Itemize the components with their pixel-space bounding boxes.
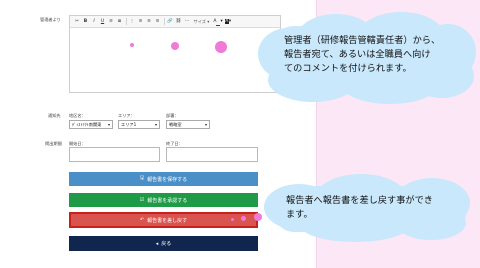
ordered-list-icon[interactable]: ≡: [107, 18, 115, 26]
marker-dot: [215, 41, 227, 53]
store-label: 地区名：: [69, 113, 86, 118]
callout-line-3: てのコメントを付けられます。: [284, 63, 412, 74]
font-size-select[interactable]: サイズ ▾: [192, 18, 212, 26]
caret-left-icon: ◂: [155, 240, 159, 247]
align-left-icon[interactable]: ≡: [137, 18, 145, 26]
cut-icon[interactable]: ✂: [73, 18, 81, 26]
bold-button[interactable]: B: [82, 18, 90, 26]
chevron-down-icon: ▾: [204, 122, 207, 127]
more-icon[interactable]: ⋯: [183, 18, 191, 26]
dept-select[interactable]: 戦略室 ▾: [166, 120, 210, 129]
save-icon: 🖫: [139, 175, 145, 181]
comment-editor[interactable]: ✂ B I U ≡ ≣ ⋮ ≡ ≡ ≡ 🔗 ⛓ ⋯ サイズ ▾ A ▾ A▾: [69, 15, 281, 93]
callout-line-1: 管理者（研修報告管轄責任者）から、: [284, 35, 441, 46]
marker-dot: [241, 216, 246, 221]
italic-button[interactable]: I: [90, 18, 98, 26]
check-icon: ☑: [139, 197, 145, 203]
font-color-icon: A: [213, 18, 217, 24]
dept-label: 部署：: [166, 113, 179, 118]
unlink-icon[interactable]: ⛓: [175, 18, 183, 26]
unordered-list-icon[interactable]: ≣: [116, 18, 124, 26]
start-date-input[interactable]: [69, 147, 160, 162]
return-report-label: 報告書を差し戻す: [147, 217, 188, 224]
font-size-label: サイズ: [193, 18, 206, 24]
toolbar-divider: [163, 18, 165, 25]
return-report-button[interactable]: ↶ 報告書を差し戻す: [69, 212, 258, 228]
back-button[interactable]: ◂ 戻る: [69, 236, 258, 251]
callout-line-2: 報告者宛て、あるいは全職員へ向け: [284, 49, 431, 60]
period-label: 掲出期間: [45, 141, 62, 146]
marker-dot: [171, 42, 179, 50]
end-date-input[interactable]: [166, 147, 258, 162]
cloud-body: 管理者（研修報告管轄責任者）から、 報告者宛て、あるいは全職員へ向け てのコメン…: [272, 26, 466, 86]
return-callout-line-1: 報告者へ報告書を差し戻す事ができ: [286, 195, 433, 206]
return-callout-line-2: ます。: [286, 209, 313, 220]
editor-toolbar: ✂ B I U ≡ ≣ ⋮ ≡ ≡ ≡ 🔗 ⛓ ⋯ サイズ ▾ A ▾ A▾: [70, 16, 280, 28]
save-report-button[interactable]: 🖫 報告書を保存する: [69, 172, 258, 186]
marker-dot: [130, 43, 134, 47]
bg-color-button[interactable]: A▾: [224, 18, 231, 26]
toolbar-divider: [125, 18, 127, 25]
area-select[interactable]: エリア1 ▾: [118, 120, 160, 129]
cloud-body: 報告者へ報告書を差し戻す事ができ ます。: [274, 186, 466, 232]
chevron-down-icon: ▾: [107, 122, 110, 127]
back-label: 戻る: [161, 241, 172, 247]
area-label: エリア：: [118, 113, 135, 118]
align-right-icon[interactable]: ≡: [154, 18, 162, 26]
store-select-value: ﾃﾞｨｽﾄﾘｸﾄ南関東: [72, 122, 102, 127]
indent-icon[interactable]: ⋮: [128, 18, 136, 26]
approve-report-label: 報告書を承認する: [147, 197, 188, 204]
font-color-swatch: [216, 24, 221, 26]
target-label: 通知先: [48, 113, 61, 118]
marker-dot: [254, 213, 262, 221]
store-select[interactable]: ﾃﾞｨｽﾄﾘｸﾄ南関東 ▾: [69, 120, 113, 129]
dept-select-value: 戦略室: [169, 122, 182, 127]
reply-icon: ↶: [139, 217, 145, 223]
font-color-button[interactable]: A ▾: [213, 18, 223, 26]
area-select-value: エリア1: [121, 122, 137, 127]
save-report-label: 報告書を保存する: [147, 176, 188, 183]
chevron-down-icon: ▾: [154, 122, 157, 127]
underline-button[interactable]: U: [99, 18, 107, 26]
marker-dot: [231, 218, 234, 221]
bg-color-icon: A: [224, 18, 229, 24]
link-icon[interactable]: 🔗: [166, 18, 174, 26]
comment-label: 管理者より: [40, 17, 61, 22]
approve-report-button[interactable]: ☑ 報告書を承認する: [69, 193, 258, 207]
align-center-icon[interactable]: ≡: [145, 18, 153, 26]
